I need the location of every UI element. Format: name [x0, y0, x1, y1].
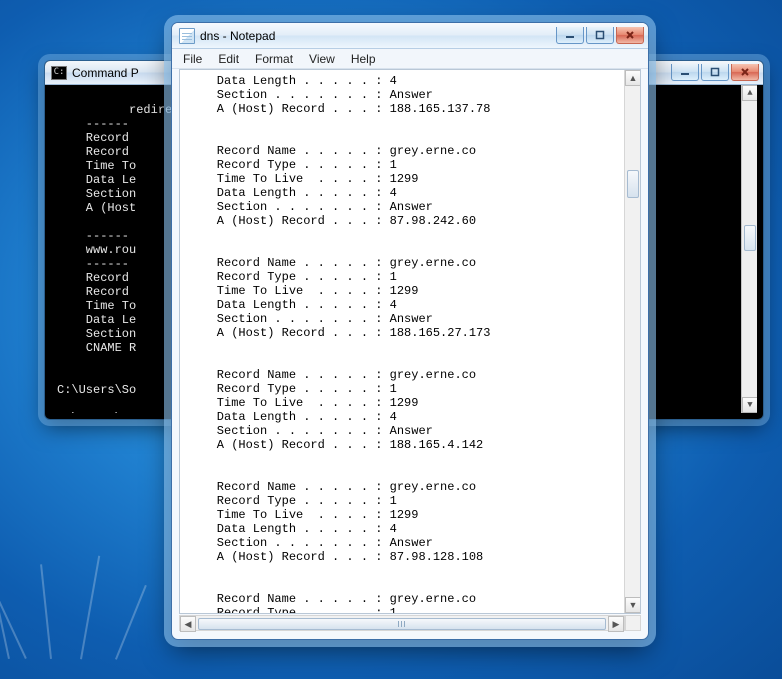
cmd-scrollbar[interactable]: ▲ ▼	[741, 85, 757, 413]
notepad-text[interactable]: Data Length . . . . . : 4 Section . . . …	[180, 70, 624, 613]
notepad-title: dns - Notepad	[200, 29, 275, 43]
scroll-up-icon[interactable]: ▲	[742, 85, 757, 101]
notepad-maximize-button[interactable]	[586, 27, 614, 44]
cmd-maximize-button[interactable]	[701, 64, 729, 81]
notepad-close-button[interactable]	[616, 27, 644, 44]
notepad-textarea[interactable]: Data Length . . . . . : 4 Section . . . …	[179, 69, 641, 614]
notepad-icon	[179, 28, 195, 44]
notepad-titlebar[interactable]: dns - Notepad	[172, 23, 648, 49]
scroll-right-icon[interactable]: ▶	[608, 616, 624, 632]
command-prompt-title: Command P	[72, 66, 139, 80]
notepad-menubar: File Edit Format View Help	[172, 49, 648, 69]
notepad-hscrollbar[interactable]: ◀ ▶	[179, 615, 625, 631]
notepad-vscrollbar[interactable]: ▲ ▼	[624, 70, 640, 613]
menu-help[interactable]: Help	[344, 51, 383, 67]
scroll-thumb[interactable]	[198, 618, 606, 630]
scroll-up-icon[interactable]: ▲	[625, 70, 641, 86]
notepad-window[interactable]: dns - Notepad File Edit Format View Help	[171, 22, 649, 640]
menu-file[interactable]: File	[176, 51, 209, 67]
menu-format[interactable]: Format	[248, 51, 300, 67]
resize-grip[interactable]	[625, 615, 641, 631]
menu-view[interactable]: View	[302, 51, 342, 67]
cmd-close-button[interactable]	[731, 64, 759, 81]
menu-edit[interactable]: Edit	[211, 51, 246, 67]
scroll-down-icon[interactable]: ▼	[742, 397, 757, 413]
cmd-minimize-button[interactable]	[671, 64, 699, 81]
scroll-left-icon[interactable]: ◀	[180, 616, 196, 632]
command-prompt-text: redirec ------ Record Record Time To Dat…	[57, 103, 179, 413]
scroll-thumb[interactable]	[627, 170, 639, 198]
desktop: C: Command P redirec ------ Record Recor…	[0, 0, 782, 679]
scroll-down-icon[interactable]: ▼	[625, 597, 641, 613]
notepad-minimize-button[interactable]	[556, 27, 584, 44]
command-prompt-icon: C:	[51, 66, 67, 80]
scroll-thumb[interactable]	[744, 225, 756, 251]
